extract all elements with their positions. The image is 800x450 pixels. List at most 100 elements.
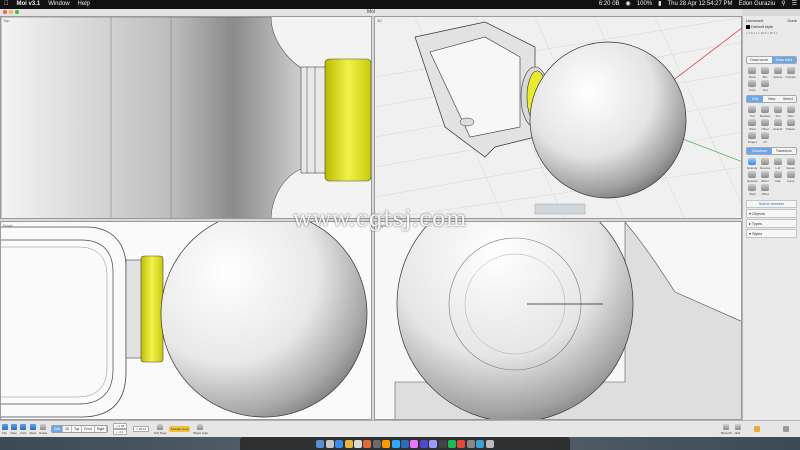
- view-nav-controls[interactable]: [534, 203, 586, 215]
- close-button[interactable]: [3, 10, 7, 14]
- scene-browser-header[interactable]: Scene browser: [746, 200, 797, 208]
- options-icon[interactable]: [753, 426, 760, 432]
- coord-x[interactable]: x 1.58: [113, 422, 128, 429]
- show-all-button[interactable]: Show All: [721, 423, 732, 435]
- tab-draw-solid[interactable]: Draw solid: [771, 57, 796, 63]
- section-styles[interactable]: ▾ Styles: [746, 229, 797, 238]
- object-name[interactable]: Unnamed: [746, 18, 763, 23]
- tool-pattern[interactable]: Pattern: [785, 119, 796, 131]
- tab-edit[interactable]: Edit: [747, 96, 764, 102]
- tool-rail[interactable]: Rail: [773, 171, 784, 183]
- tool-text[interactable]: Text: [760, 80, 771, 92]
- network-status[interactable]: 6:20 0B: [596, 0, 623, 9]
- tool-offset-2[interactable]: Offset: [760, 184, 771, 196]
- straight-snap-button[interactable]: Straight snap: [168, 426, 191, 432]
- style-row[interactable]: Default style: [743, 23, 800, 30]
- delete-button[interactable]: Delete: [39, 423, 47, 435]
- tab-transform[interactable]: Transform: [771, 148, 796, 154]
- tab-view[interactable]: View: [763, 96, 780, 102]
- photoshop-icon[interactable]: [391, 439, 400, 448]
- coord-y[interactable]: y -0.1: [113, 429, 128, 436]
- tool-fillet[interactable]: Fillet: [785, 106, 796, 118]
- premiere-icon[interactable]: [419, 439, 428, 448]
- battery-status[interactable]: 100%: [634, 0, 655, 9]
- trash-icon[interactable]: [485, 439, 494, 448]
- wifi-icon[interactable]: ◉: [623, 0, 634, 9]
- settings-icon[interactable]: [372, 439, 381, 448]
- tool-extrude[interactable]: Extrude: [747, 158, 758, 170]
- help-icon[interactable]: [782, 426, 789, 432]
- tab-select[interactable]: Select: [779, 96, 796, 102]
- illustrator-icon[interactable]: [382, 439, 391, 448]
- chrome-icon[interactable]: [457, 439, 466, 448]
- photos-icon[interactable]: [363, 439, 372, 448]
- section-types[interactable]: ▸ Types: [746, 219, 797, 228]
- grid-snap-button[interactable]: Grid Snap: [154, 423, 166, 435]
- launchpad-icon[interactable]: [325, 439, 334, 448]
- view-right[interactable]: Right: [94, 426, 108, 432]
- minimize-button[interactable]: [9, 10, 13, 14]
- tool-boolean[interactable]: Boolean: [760, 106, 771, 118]
- lightroom-icon[interactable]: [401, 439, 409, 448]
- tool-cylinder[interactable]: Cylinder: [785, 67, 796, 79]
- zoom-button[interactable]: [15, 10, 19, 14]
- after-effects-icon[interactable]: [429, 439, 438, 448]
- tab-draw-curve[interactable]: Draw curve: [747, 57, 772, 63]
- viewport-right[interactable]: Right: [374, 221, 742, 420]
- tool-sphere[interactable]: Sphere: [773, 67, 784, 79]
- coord-z[interactable]: z 28.12: [133, 426, 150, 432]
- viewport-3d[interactable]: 3D: [374, 16, 742, 219]
- object-snap-button[interactable]: Object snap: [193, 423, 208, 435]
- finder-icon[interactable]: [316, 439, 325, 448]
- view-3d[interactable]: 3D: [63, 426, 73, 432]
- clock[interactable]: Thu 28 Apr 12:54:27 PM: [664, 0, 735, 9]
- terminal-icon[interactable]: [438, 439, 447, 448]
- view-top[interactable]: Top: [72, 426, 83, 432]
- moi-icon[interactable]: [466, 439, 475, 448]
- hide-button[interactable]: Hide: [734, 423, 741, 435]
- undo-button[interactable]: Undo: [20, 423, 27, 435]
- tool-box[interactable]: Box: [760, 67, 771, 79]
- view-front[interactable]: Front: [82, 426, 95, 432]
- viewport-front[interactable]: Front: [0, 221, 372, 420]
- skype-icon[interactable]: [476, 439, 485, 448]
- view-split[interactable]: Split: [51, 426, 64, 432]
- user-name[interactable]: Edon Guraziu: [736, 0, 779, 9]
- menu-app[interactable]: Moi v3.1: [13, 0, 45, 9]
- tool-shell-2[interactable]: Shell: [747, 184, 758, 196]
- tool-network[interactable]: Network: [747, 171, 758, 183]
- calendar-icon[interactable]: [354, 439, 363, 448]
- tool-blend[interactable]: Blend: [760, 171, 771, 183]
- battery-icon[interactable]: ▮: [655, 0, 664, 9]
- section-objects[interactable]: ▾ Objects: [746, 209, 797, 218]
- file-button[interactable]: File: [1, 423, 8, 435]
- menu-help[interactable]: Help: [74, 0, 94, 9]
- menu-list-icon[interactable]: ☰: [789, 0, 800, 9]
- menu-window[interactable]: Window: [44, 0, 73, 9]
- tool-sweep[interactable]: Sweep: [785, 158, 796, 170]
- tool-trim[interactable]: Trim: [747, 106, 758, 118]
- spotify-icon[interactable]: [447, 439, 456, 448]
- tab-construct[interactable]: Construct: [747, 148, 772, 154]
- tool-cone[interactable]: Cone: [747, 80, 758, 92]
- search-icon[interactable]: ⚲: [778, 0, 788, 9]
- tool-fit[interactable]: Fit: [760, 132, 771, 144]
- tool-project[interactable]: Project: [747, 132, 758, 144]
- tool-plane[interactable]: Plane: [747, 67, 758, 79]
- tool-loft[interactable]: Loft: [773, 158, 784, 170]
- tool-shell[interactable]: Shell: [747, 119, 758, 131]
- redo-button[interactable]: Redo: [30, 423, 36, 435]
- indesign-icon[interactable]: [410, 439, 419, 448]
- style-name[interactable]: Default style: [751, 24, 773, 29]
- safari-icon[interactable]: [335, 439, 344, 448]
- done-button[interactable]: Done: [787, 18, 797, 23]
- tool-extend[interactable]: Extend: [773, 119, 784, 131]
- apple-icon[interactable]: : [0, 0, 13, 9]
- save-button[interactable]: Save: [11, 423, 17, 435]
- viewport-top[interactable]: Top: [0, 16, 372, 219]
- tool-revolve[interactable]: Revolve: [760, 158, 771, 170]
- tool-join[interactable]: Join: [773, 106, 784, 118]
- tool-curve[interactable]: Curve: [785, 171, 796, 183]
- notes-icon[interactable]: [344, 439, 353, 448]
- tool-offset[interactable]: Offset: [760, 119, 771, 131]
